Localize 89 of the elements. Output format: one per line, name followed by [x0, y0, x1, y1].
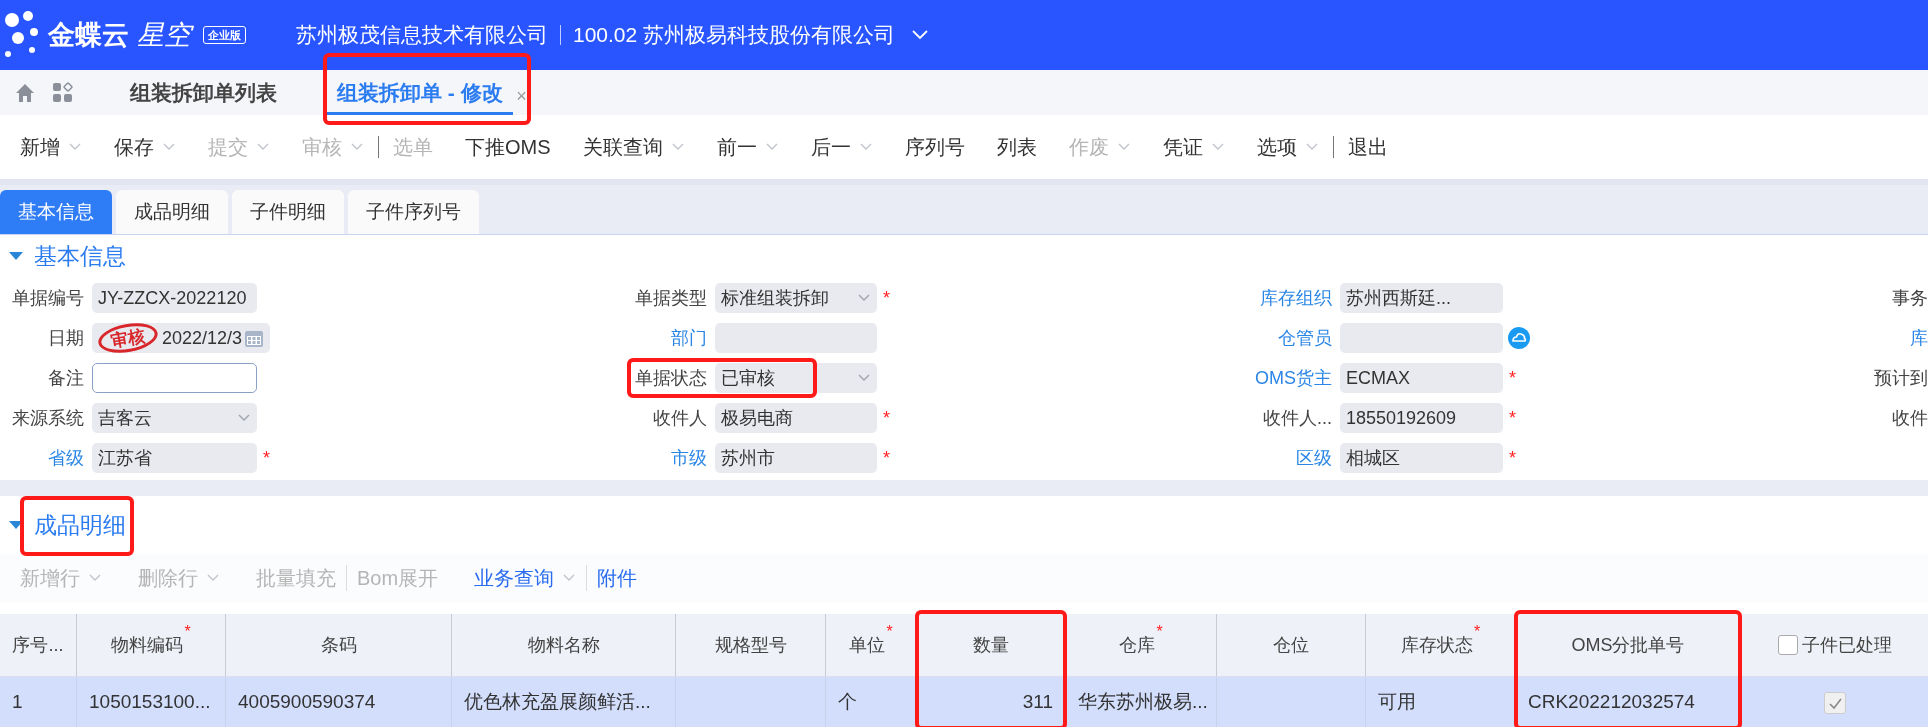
table-cell-text: 311 — [1022, 690, 1053, 715]
field-label: 收件人... — [1263, 406, 1332, 430]
section-title: 成品明细 — [34, 511, 126, 538]
edition-badge: 企业版 — [203, 25, 246, 45]
field-label[interactable]: 市级 — [671, 444, 707, 472]
organization-name[interactable]: 苏州极茂信息技术有限公司 — [296, 19, 548, 51]
dropdown-field[interactable]: 吉客云 — [92, 403, 257, 433]
field-label: 预计到 — [1874, 366, 1928, 390]
page-tab[interactable]: 组装拆卸单列表 — [120, 73, 287, 115]
text-field[interactable]: 江苏省 — [92, 443, 257, 473]
dropdown-field[interactable]: 标准组装拆卸 — [715, 283, 877, 313]
column-header: 物料编码 — [111, 633, 184, 657]
text-field[interactable]: 苏州西斯廷... — [1340, 283, 1503, 313]
toolbar-button[interactable]: 列表 — [996, 132, 1037, 162]
field-label[interactable]: 库存组织 — [1260, 284, 1332, 312]
required-mark: * — [1156, 624, 1163, 640]
table-cell-text: 1 — [12, 690, 23, 715]
text-field[interactable]: JY-ZZCX-2022120 — [92, 283, 257, 313]
column-header: 仓库 — [1119, 633, 1156, 657]
toolbar-button[interactable]: 新增 — [20, 132, 82, 162]
toolbar-button[interactable]: 前一 — [716, 132, 779, 162]
required-mark: * — [1473, 624, 1481, 640]
brand-name: 金蝶云 — [48, 18, 129, 52]
required-mark: * — [1509, 406, 1516, 430]
text-field[interactable]: 18550192609 — [1340, 403, 1503, 433]
table-cell-text: 1050153100... — [89, 690, 211, 715]
field-label: 备注 — [48, 366, 84, 390]
toolbar-button[interactable]: 退出 — [1347, 132, 1388, 162]
column-header: OMS分批单号 — [1571, 633, 1685, 657]
toolbar-button[interactable]: 序列号 — [904, 132, 965, 162]
section-tab[interactable]: 子件明细 — [232, 190, 344, 234]
toolbar-button[interactable]: 后一 — [810, 132, 873, 162]
required-mark: * — [883, 446, 890, 470]
required-mark: * — [1509, 366, 1516, 390]
column-header: 库存状态 — [1400, 633, 1473, 657]
table-cell-text: 华东苏州极易... — [1078, 690, 1208, 715]
section-tab[interactable]: 子件序列号 — [348, 190, 479, 234]
required-mark: * — [1509, 446, 1516, 470]
field-label: 单据编号 — [12, 286, 84, 310]
column-header: 数量 — [973, 633, 1009, 657]
required-mark: * — [184, 624, 191, 640]
field-label[interactable]: 省级 — [48, 444, 84, 472]
field-label: 单据状态 — [635, 366, 707, 390]
section-tab[interactable]: 成品明细 — [116, 190, 228, 234]
field-label[interactable]: OMS货主 — [1255, 364, 1332, 392]
toolbar-button[interactable]: 附件 — [597, 563, 638, 593]
field-label[interactable]: 仓管员 — [1278, 324, 1332, 352]
field-label: 单据类型 — [635, 286, 707, 310]
required-mark: * — [883, 406, 890, 430]
column-header: 仓位 — [1273, 633, 1309, 657]
date-field[interactable]: 审核 2022/12/3 — [92, 323, 270, 353]
field-label[interactable]: 区级 — [1296, 444, 1332, 472]
table-cell-text: CRK202212032574 — [1528, 690, 1695, 715]
toolbar-button[interactable]: 保存 — [114, 132, 176, 162]
toolbar-button[interactable]: 下推OMS — [465, 132, 551, 162]
column-header: 规格型号 — [714, 633, 787, 657]
column-header: 条码 — [320, 633, 357, 657]
field-label: 日期 — [48, 326, 84, 350]
table-cell-text: 可用 — [1378, 690, 1416, 715]
table-cell-text: 优色林充盈展颜鲜活... — [464, 690, 651, 715]
dropdown-field[interactable]: 已审核 — [715, 363, 877, 393]
toolbar-button[interactable]: 选项 — [1256, 132, 1319, 162]
table-cell-text: 个 — [838, 690, 857, 715]
toolbar-button[interactable]: 业务查询 — [474, 563, 577, 593]
required-mark: * — [883, 286, 890, 310]
field-label: 收件人 — [653, 406, 707, 430]
table-cell-text: 4005900590374 — [238, 690, 376, 715]
column-header: 子件已处理 — [1801, 633, 1892, 657]
required-mark: * — [886, 624, 893, 640]
account-name[interactable]: 100.02 苏州极易科技股份有限公司 — [573, 19, 896, 51]
table-row[interactable]: 1 1050153100... 4005900590374 优色林充盈展颜鲜活... 个 311 华东苏州极易... 可用 CRK202212032574 — [0, 676, 1928, 727]
toolbar-button[interactable]: 凭证 — [1162, 132, 1225, 162]
text-field[interactable]: 极易电商 — [715, 403, 877, 433]
field-label: 收件 — [1892, 406, 1928, 430]
section-title: 基本信息 — [34, 242, 126, 269]
text-field[interactable]: ECMAX — [1340, 363, 1503, 393]
field-label: 来源系统 — [12, 406, 84, 430]
section-tab[interactable]: 基本信息 — [0, 190, 112, 234]
column-header: 单位 — [849, 633, 886, 657]
text-field[interactable]: 相城区 — [1340, 443, 1503, 473]
text-field[interactable]: 苏州市 — [715, 443, 877, 473]
field-label[interactable]: 库 — [1910, 324, 1928, 352]
approval-stamp: 审核 — [96, 323, 160, 353]
toolbar-button[interactable]: 关联查询 — [582, 132, 685, 162]
required-mark: * — [263, 446, 270, 470]
field-label[interactable]: 部门 — [671, 324, 707, 352]
column-header: 物料名称 — [527, 633, 600, 657]
field-label: 事务 — [1892, 286, 1928, 310]
column-header: 序号... — [12, 633, 64, 657]
